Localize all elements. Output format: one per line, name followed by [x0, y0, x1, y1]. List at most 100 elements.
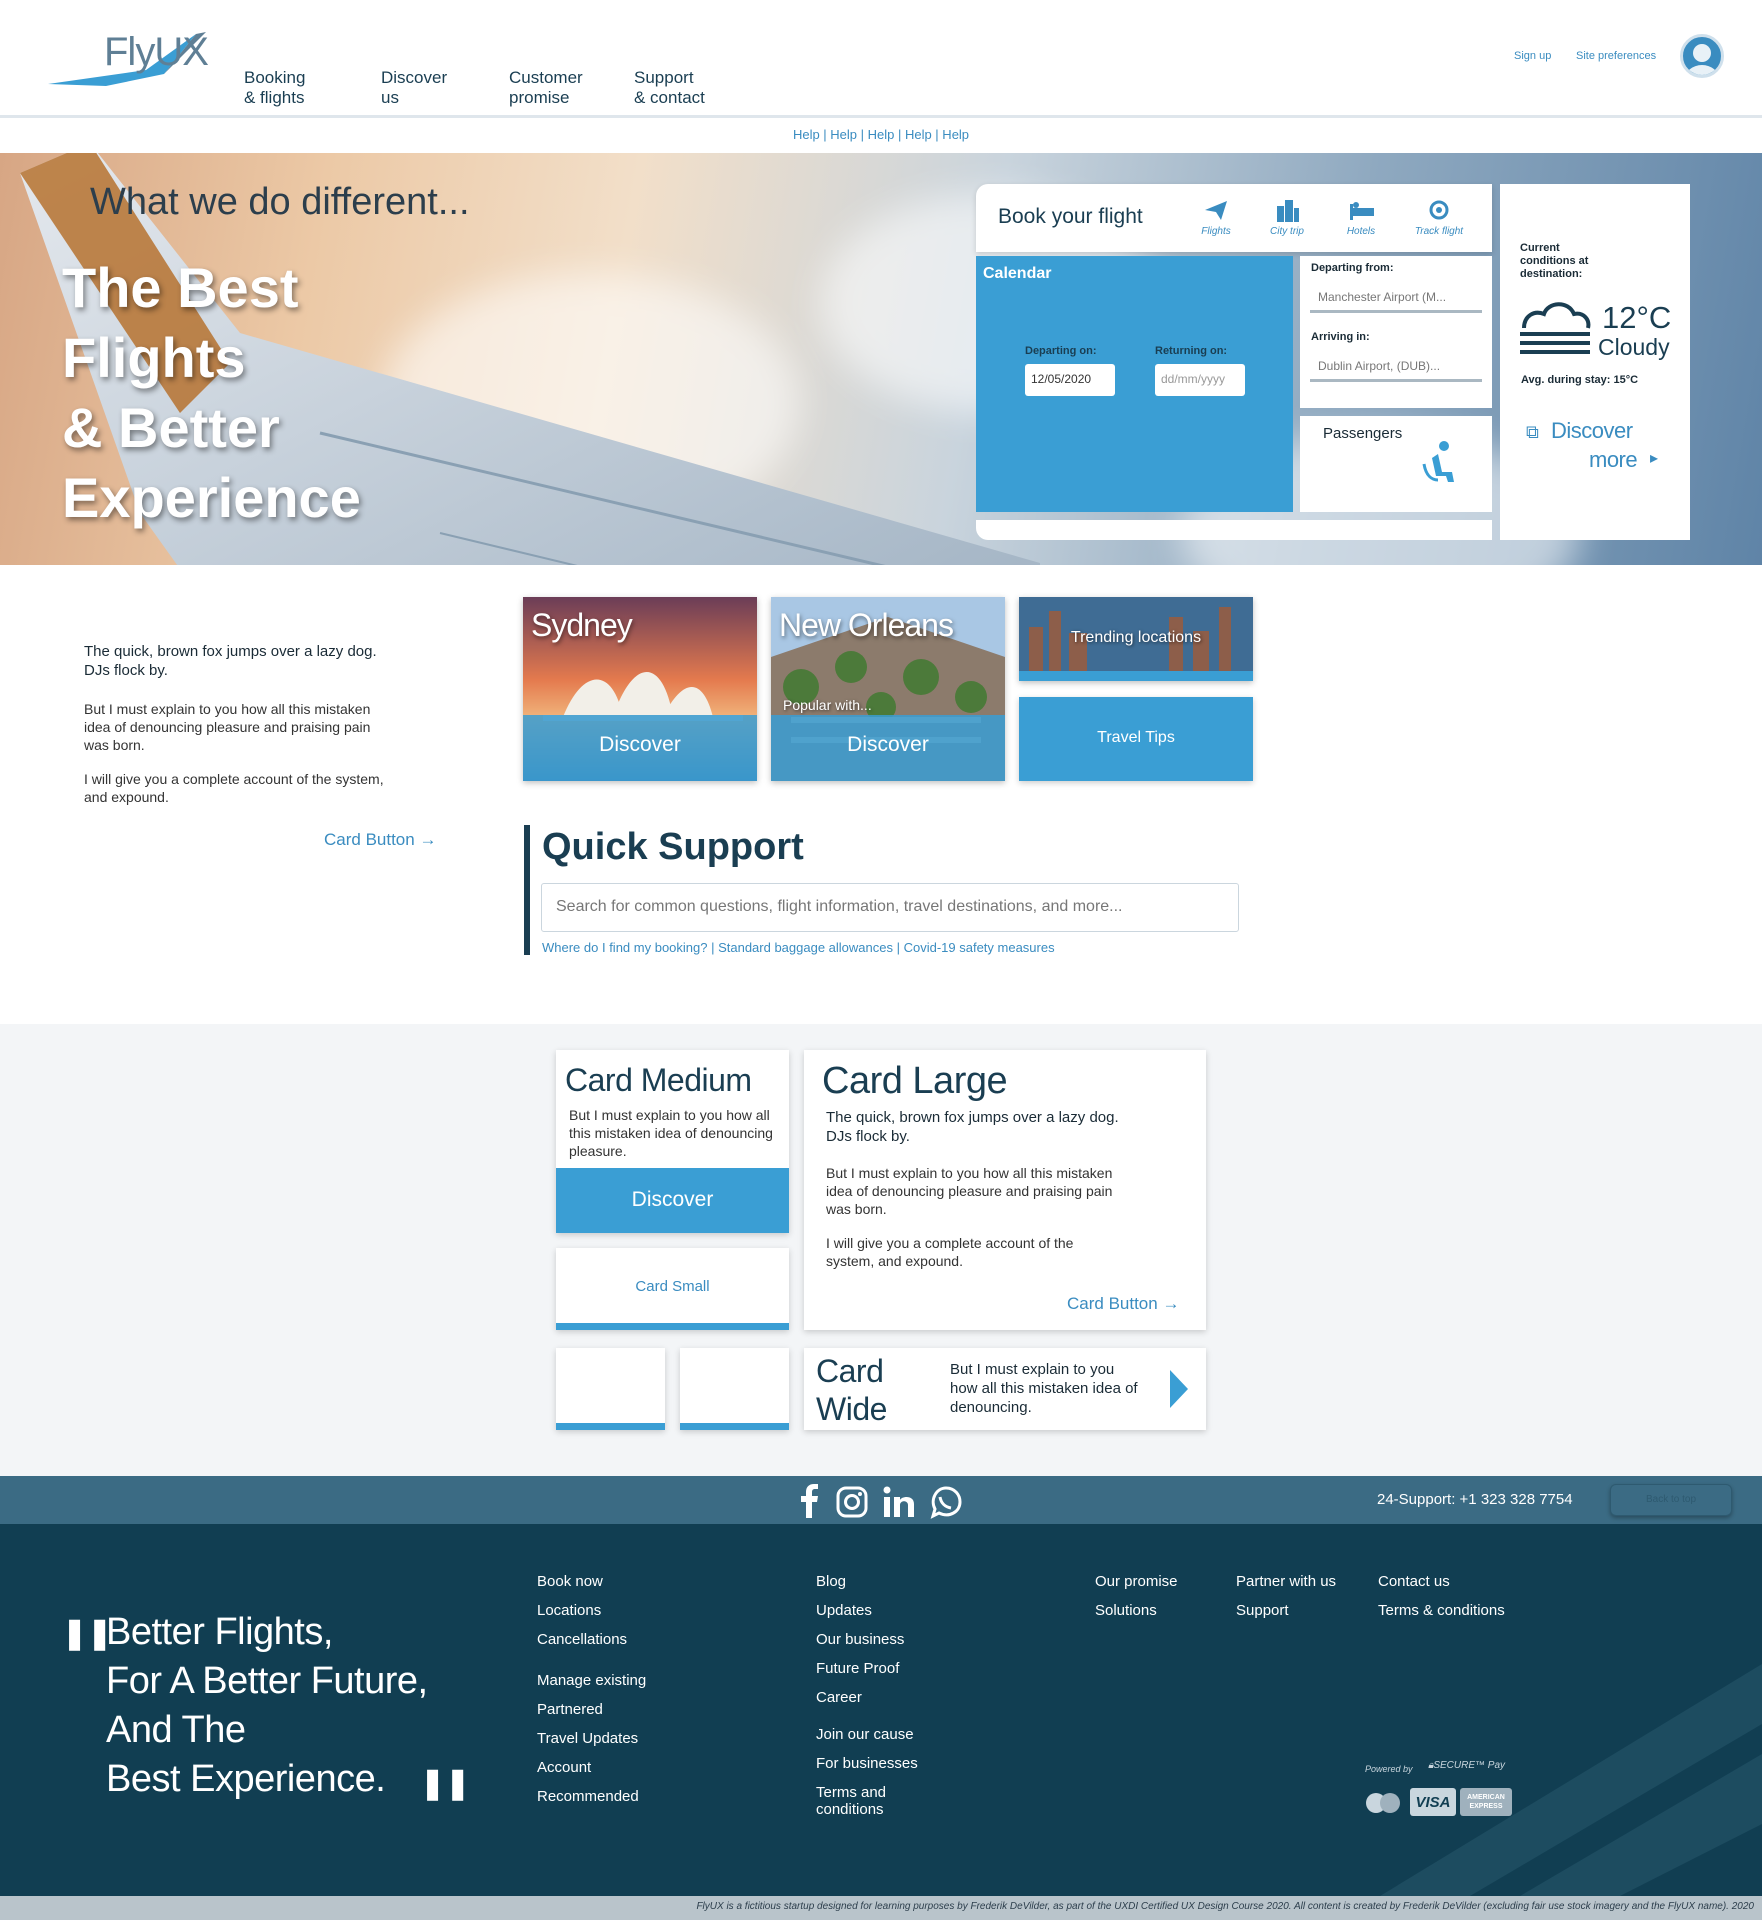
discover-more-text-2: more	[1589, 447, 1638, 472]
returning-on-field[interactable]: dd/mm/yyyy	[1155, 364, 1245, 396]
card-medium-text: But I must explain to you how all this m…	[569, 1107, 773, 1159]
quote-close-icon: ❚❚	[420, 1767, 471, 1800]
facebook-icon[interactable]	[798, 1484, 820, 1518]
signup-link[interactable]: Sign up	[1514, 50, 1551, 62]
tab-label: Hotels	[1346, 226, 1376, 237]
card-large-heading: The quick, brown fox jumps over a lazy d…	[826, 1109, 1119, 1145]
booking-title: Book your flight	[998, 205, 1143, 228]
destination-card-sydney[interactable]: Sydney Discover	[523, 597, 757, 781]
footer-link[interactable]: Partner with us	[1236, 1573, 1336, 1602]
tab-label: Flights	[1201, 226, 1231, 237]
arriving-in-field[interactable]: Dublin Airport, (DUB)...	[1310, 353, 1482, 382]
tab-label: Track flight	[1414, 226, 1464, 237]
caret-right-icon: ▸	[1650, 450, 1659, 467]
footer-link[interactable]: Updates	[816, 1602, 918, 1631]
nav-support[interactable]: Support & contact	[634, 68, 705, 108]
footer-link[interactable]: Terms & conditions	[1378, 1602, 1505, 1631]
whatsapp-icon[interactable]	[928, 1485, 962, 1519]
decorative-stripes	[1380, 1664, 1762, 1896]
footer-link[interactable]: Blog	[816, 1573, 918, 1602]
card-small-title: Card Small	[635, 1278, 710, 1295]
visa-logo: VISA	[1410, 1788, 1456, 1816]
quick-support-search-input[interactable]: Search for common questions, flight info…	[541, 883, 1239, 932]
destination-name: New Orleans	[779, 607, 954, 643]
footer-bar: 24-Support: +1 323 328 7754 Back to top	[0, 1476, 1762, 1524]
footer-col-5: Contact us Terms & conditions	[1378, 1573, 1505, 1631]
nav-promise[interactable]: Customer promise	[509, 68, 583, 108]
card-small[interactable]: Card Small	[556, 1248, 789, 1330]
nav-booking[interactable]: Booking & flights	[244, 68, 305, 108]
support-phone: 24-Support: +1 323 328 7754	[1377, 1491, 1573, 1508]
footer-link[interactable]: Travel Updates	[537, 1730, 646, 1759]
weather-temp: 12°C	[1602, 300, 1672, 335]
card-wide-text: But I must explain to you how all this m…	[950, 1361, 1138, 1416]
card-large-paragraph-2: I will give you a complete account of th…	[826, 1235, 1074, 1269]
destination-card-new-orleans[interactable]: New Orleans Popular with... Discover	[771, 597, 1005, 781]
external-link-icon: ⧉	[1526, 422, 1539, 442]
hero-title: The Best Flights & Better Experience	[62, 256, 361, 529]
quick-support-links[interactable]: Where do I find my booking? | Standard b…	[542, 940, 1055, 955]
footer-link[interactable]: Terms and conditions	[816, 1784, 918, 1818]
destination-tag: Popular with...	[783, 697, 872, 713]
footer-link[interactable]: Career	[816, 1689, 918, 1726]
secure-pay-text: SECURE™ Pay	[1433, 1760, 1506, 1771]
footer-link[interactable]: Our business	[816, 1631, 918, 1660]
card-large: Card Large The quick, brown fox jumps ov…	[804, 1050, 1206, 1330]
help-links[interactable]: Help | Help | Help | Help | Help	[0, 127, 1762, 142]
footer-link[interactable]: Recommended	[537, 1788, 646, 1817]
discover-button[interactable]: Discover	[771, 715, 1005, 781]
target-icon	[1429, 200, 1449, 220]
discover-more-text: Discover	[1551, 418, 1633, 443]
footer-link[interactable]: Cancellations	[537, 1631, 646, 1672]
footer-quote: Better Flights, For A Better Future, And…	[106, 1611, 428, 1800]
card-wide[interactable]: Card Wide But I must explain to you how …	[804, 1348, 1206, 1430]
footer-link[interactable]: Contact us	[1378, 1573, 1505, 1602]
departing-on-field[interactable]: 12/05/2020	[1025, 364, 1115, 396]
travel-tips-card[interactable]: Travel Tips	[1019, 697, 1253, 781]
intro-card-button[interactable]: Card Button →	[324, 830, 436, 850]
site-header: FlyUX Booking & flights Discover us Cust…	[0, 0, 1762, 118]
tab-label: City trip	[1270, 226, 1304, 237]
tab-track-flight[interactable]: Track flight	[1407, 198, 1471, 237]
weather-card	[1500, 184, 1690, 540]
nav-discover[interactable]: Discover us	[381, 68, 447, 108]
footer-link[interactable]: Our promise	[1095, 1573, 1178, 1602]
tab-flights[interactable]: Flights	[1184, 198, 1248, 237]
departing-from-field[interactable]: Manchester Airport (M...	[1310, 284, 1482, 313]
tab-city-trip[interactable]: City trip	[1255, 198, 1319, 237]
avatar[interactable]	[1680, 34, 1724, 78]
card-tiny[interactable]	[680, 1348, 789, 1430]
instagram-icon[interactable]	[836, 1486, 868, 1518]
card-large-button[interactable]: Card Button →	[1067, 1294, 1179, 1314]
footer-link[interactable]: Book now	[537, 1573, 646, 1602]
arrow-right-icon[interactable]	[1168, 1368, 1190, 1410]
footer-link[interactable]: Manage existing	[537, 1672, 646, 1701]
weather-heading: Current conditions at destination:	[1520, 242, 1589, 280]
footer-col-4: Partner with us Support	[1236, 1573, 1336, 1631]
plane-icon	[1205, 201, 1227, 220]
discover-button[interactable]: Discover	[523, 715, 757, 781]
trending-locations-card[interactable]: Trending locations	[1019, 597, 1253, 681]
legal-notice: FlyUX is a fictitious startup designed f…	[0, 1896, 1762, 1920]
footer-link[interactable]: Locations	[537, 1602, 646, 1631]
passengers-label: Passengers	[1323, 425, 1403, 442]
card-tiny[interactable]	[556, 1348, 665, 1430]
footer-link[interactable]: For businesses	[816, 1755, 918, 1784]
bed-icon	[1350, 202, 1374, 220]
card-medium-discover-button[interactable]: Discover	[556, 1168, 789, 1233]
returning-on-label: Returning on:	[1155, 345, 1228, 357]
footer-link[interactable]: Support	[1236, 1602, 1336, 1631]
footer-link[interactable]: Join our cause	[816, 1726, 918, 1755]
back-to-top-button[interactable]: Back to top	[1610, 1484, 1732, 1516]
footer-link[interactable]: Account	[537, 1759, 646, 1788]
arriving-in-label: Arriving in:	[1311, 331, 1370, 343]
footer-col-3: Our promise Solutions	[1095, 1573, 1178, 1631]
linkedin-icon[interactable]	[882, 1486, 916, 1518]
footer-link[interactable]: Partnered	[537, 1701, 646, 1730]
logo-text[interactable]: FlyUX	[104, 30, 209, 75]
footer-link[interactable]: Solutions	[1095, 1602, 1178, 1631]
departing-on-label: Departing on:	[1025, 345, 1097, 357]
tab-hotels[interactable]: Hotels	[1329, 198, 1393, 237]
site-preferences-link[interactable]: Site preferences	[1576, 50, 1656, 62]
footer-link[interactable]: Future Proof	[816, 1660, 918, 1689]
